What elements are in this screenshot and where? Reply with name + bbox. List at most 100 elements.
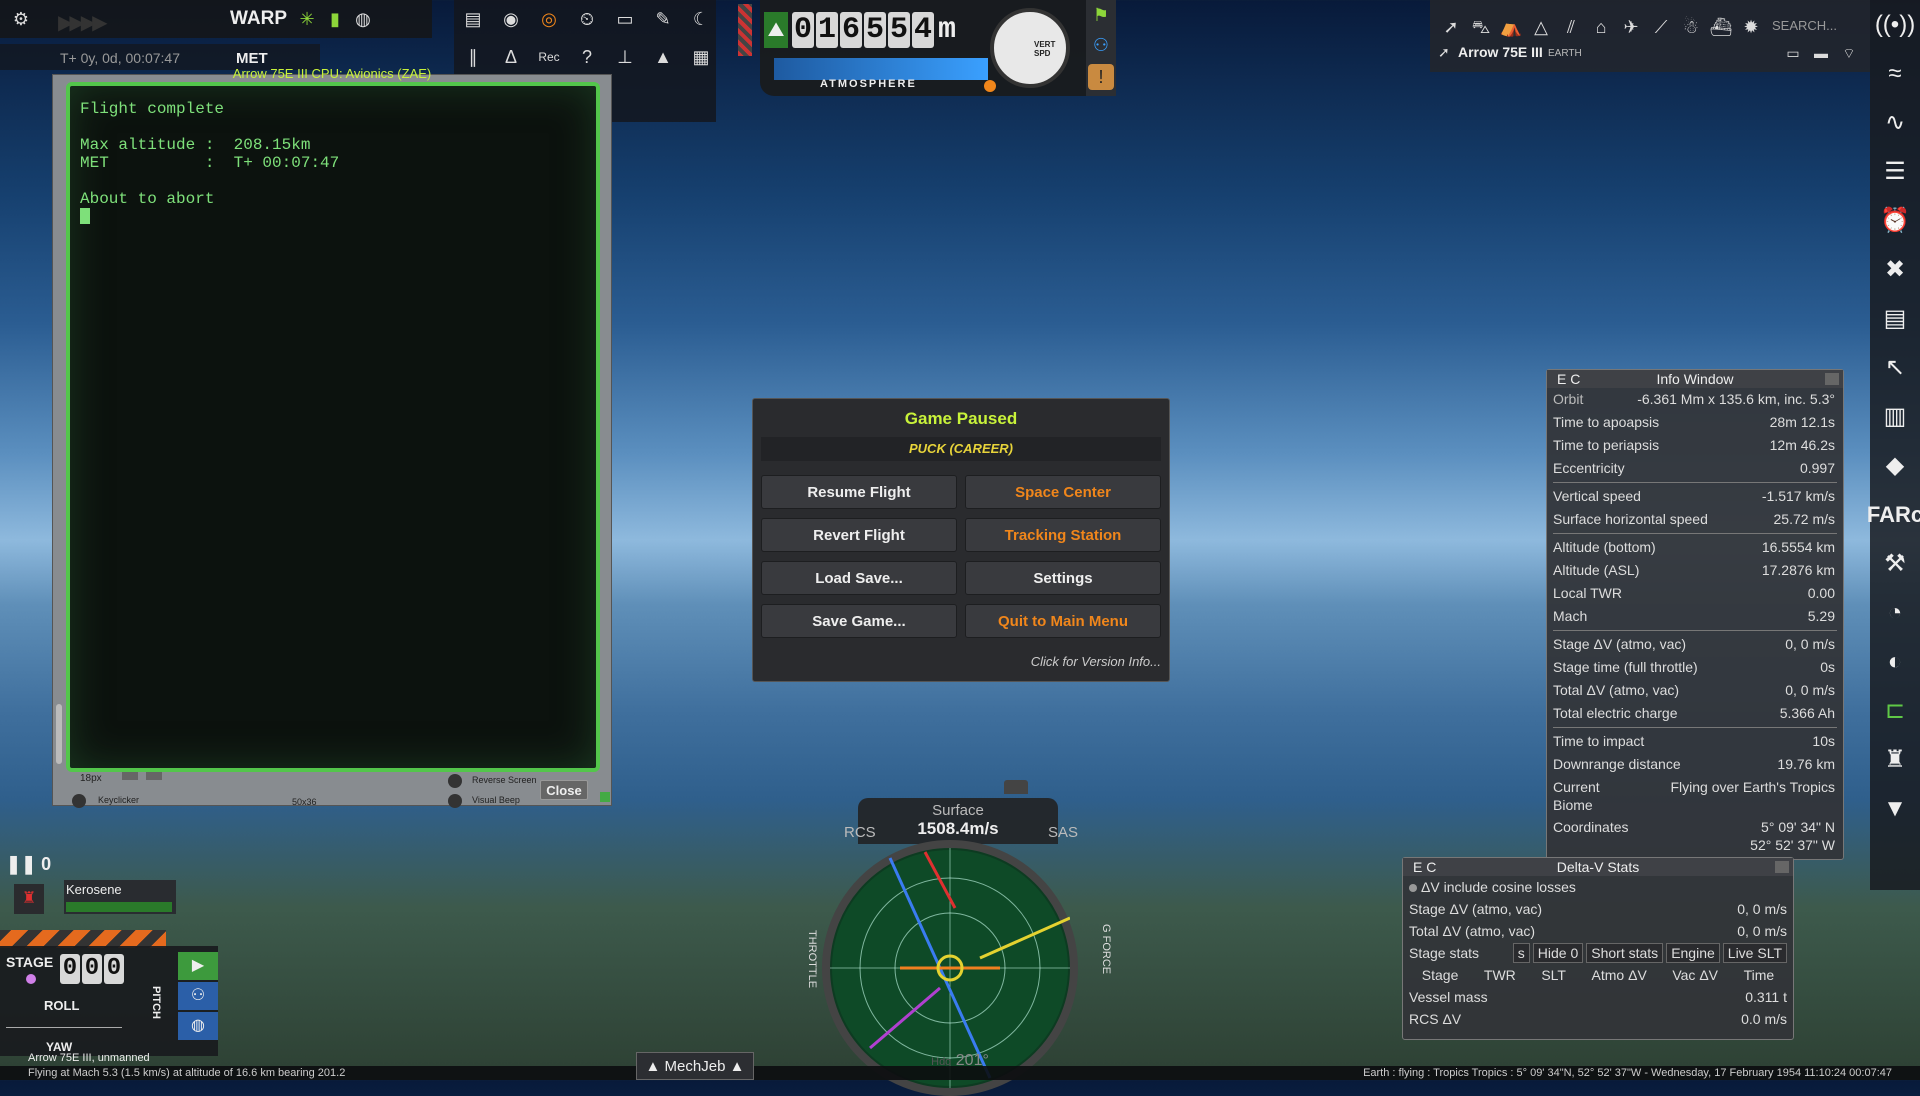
stage-part-icon[interactable]: ♜: [14, 884, 44, 914]
dv-row: RCS ΔV 0.0 m/s: [1403, 1008, 1793, 1030]
resize-handle[interactable]: [600, 792, 610, 802]
quit-main-menu-button[interactable]: Quit to Main Menu: [965, 604, 1161, 638]
farc-icon[interactable]: FARc: [1867, 490, 1920, 539]
moon-icon[interactable]: ☾: [688, 6, 714, 32]
navball-collapse-tab[interactable]: [1004, 780, 1028, 794]
stage-stats-label: Stage stats: [1409, 945, 1480, 961]
version-info-link[interactable]: Click for Version Info...: [1031, 654, 1161, 669]
short-stats-button[interactable]: Short stats: [1586, 943, 1664, 963]
docking-mode-icon[interactable]: ⚇: [178, 982, 218, 1010]
lander-icon[interactable]: ⛺: [1498, 14, 1524, 40]
divider: [1553, 727, 1837, 728]
settings-button[interactable]: Settings: [965, 561, 1161, 595]
stage-lock-indicator[interactable]: [26, 974, 36, 984]
column-header: Vac ΔV: [1672, 967, 1719, 983]
scroll-down-icon[interactable]: ▼: [1870, 784, 1920, 833]
cursor-icon[interactable]: ↖: [1870, 343, 1920, 392]
live-slt-button[interactable]: Live SLT: [1722, 943, 1787, 963]
dial-icon[interactable]: ◉: [498, 6, 524, 32]
info-close-button[interactable]: [1825, 373, 1839, 385]
eva-icon[interactable]: ☃: [1678, 14, 1704, 40]
speed-mode[interactable]: Surface: [858, 802, 1058, 819]
map-mode-icon[interactable]: ◍: [178, 1012, 218, 1040]
vessel-name[interactable]: Arrow 75E III: [1458, 44, 1543, 60]
rcs-indicator[interactable]: RCS: [844, 824, 876, 841]
reverse-screen-toggle[interactable]: [448, 774, 462, 788]
chart-icon[interactable]: ▦: [688, 44, 714, 70]
visual-beep-toggle[interactable]: [448, 794, 462, 808]
tracking-station-button[interactable]: Tracking Station: [965, 518, 1161, 552]
rpm-icon[interactable]: ◐: [1870, 637, 1920, 686]
rocket-engine-icon[interactable]: ♜: [1870, 735, 1920, 784]
alert-icon[interactable]: !: [1088, 64, 1114, 90]
globe-icon[interactable]: ◍: [350, 6, 376, 32]
kos-icon[interactable]: ▭: [612, 6, 638, 32]
wrench-icon[interactable]: ⚒: [1870, 539, 1920, 588]
cosine-toggle-row[interactable]: ΔV include cosine losses: [1403, 876, 1793, 898]
font-increase-button[interactable]: [146, 772, 162, 780]
info-label: Surface horizontal speed: [1553, 511, 1708, 527]
info-row: Stage ΔV (atmo, vac) 0, 0 m/s: [1547, 633, 1843, 656]
close-button[interactable]: Close: [540, 780, 588, 800]
plane-icon[interactable]: ✈: [1618, 14, 1644, 40]
sun-icon[interactable]: ✹: [1738, 14, 1764, 40]
tools-icon[interactable]: ✖: [1870, 245, 1920, 294]
hide-zero-button[interactable]: Hide 0: [1532, 943, 1584, 963]
base-icon[interactable]: ⌂: [1588, 14, 1614, 40]
keyclicker-toggle[interactable]: [72, 794, 86, 808]
green-bracket-icon[interactable]: ⊏: [1870, 686, 1920, 735]
cosine-toggle[interactable]: [1409, 884, 1417, 892]
deltav-ec-buttons[interactable]: E C: [1413, 858, 1436, 876]
probe-icon[interactable]: △: [1528, 14, 1554, 40]
alarm-icon[interactable]: ⏰: [1870, 196, 1920, 245]
resume-flight-button[interactable]: Resume Flight: [761, 475, 957, 509]
load-save-button[interactable]: Load Save...: [761, 561, 957, 595]
terminal-title: Arrow 75E III CPU: Avionics (ZAE): [232, 66, 432, 81]
thermometer-icon[interactable]: ⊥: [612, 44, 638, 70]
pause-indicator: ❚❚ 0: [6, 854, 52, 874]
relay-icon[interactable]: ⟋: [1648, 14, 1674, 40]
heartbeat-icon[interactable]: ∿: [1870, 98, 1920, 147]
alarm-clock-icon[interactable]: ⏲: [574, 6, 600, 32]
timer-icon[interactable]: ◔: [1870, 588, 1920, 637]
font-decrease-button[interactable]: [122, 772, 138, 780]
flask-icon[interactable]: ▲: [650, 44, 676, 70]
deltav-close-button[interactable]: [1775, 861, 1789, 873]
orbit-icon[interactable]: ◎: [536, 6, 562, 32]
navball-speed-display[interactable]: Surface 1508.4m/s: [858, 798, 1058, 844]
rover-icon[interactable]: ⛍: [1468, 14, 1494, 40]
settings-gear-icon[interactable]: ⚙: [8, 6, 34, 32]
rocket-icon[interactable]: ➚: [1438, 14, 1464, 40]
terminal-font-slider[interactable]: [56, 704, 62, 764]
columns-icon[interactable]: ▥: [1870, 392, 1920, 441]
staging-mode-icon[interactable]: ▶: [178, 952, 218, 980]
warp-rate-arrows[interactable]: ▶▶▶▶: [58, 10, 138, 34]
info-row: Eccentricity 0.997: [1547, 457, 1843, 480]
crew-icon[interactable]: ⚇: [1088, 32, 1114, 58]
mechjeb-button[interactable]: ▲ MechJeb ▲: [636, 1052, 754, 1080]
engine-button[interactable]: Engine: [1666, 943, 1720, 963]
terrain-mode-icon[interactable]: ⛰: [764, 12, 788, 48]
search-input[interactable]: SEARCH...: [1772, 18, 1837, 33]
deltav-header[interactable]: E C Delta-V Stats: [1403, 858, 1793, 876]
roll-label: ROLL: [44, 998, 80, 1013]
info-window-header[interactable]: E C Info Window: [1547, 370, 1843, 388]
sas-indicator[interactable]: SAS: [1048, 824, 1078, 841]
save-game-button[interactable]: Save Game...: [761, 604, 957, 638]
ship-icon[interactable]: ⛴: [1708, 14, 1734, 40]
flag-icon[interactable]: ⚑: [1088, 2, 1114, 28]
terminal-screen[interactable]: Flight complete Max altitude : 208.15km …: [66, 82, 600, 772]
debris-icon[interactable]: ⫽: [1558, 14, 1584, 40]
info-row: Downrange distance 19.76 km: [1547, 753, 1843, 776]
pen-icon[interactable]: ✎: [650, 6, 676, 32]
list-icon[interactable]: ☰: [1870, 147, 1920, 196]
revert-flight-button[interactable]: Revert Flight: [761, 518, 957, 552]
stage-stats-s-button[interactable]: s: [1512, 943, 1530, 963]
diamond-icon[interactable]: ◆: [1870, 441, 1920, 490]
info-ec-buttons[interactable]: E C: [1557, 370, 1580, 388]
orbit-graph-icon[interactable]: ≈: [1870, 49, 1920, 98]
antenna-icon[interactable]: ((•)): [1870, 0, 1920, 49]
space-center-button[interactable]: Space Center: [965, 475, 1161, 509]
notes-icon[interactable]: ▤: [460, 6, 486, 32]
document-icon[interactable]: ▤: [1870, 294, 1920, 343]
